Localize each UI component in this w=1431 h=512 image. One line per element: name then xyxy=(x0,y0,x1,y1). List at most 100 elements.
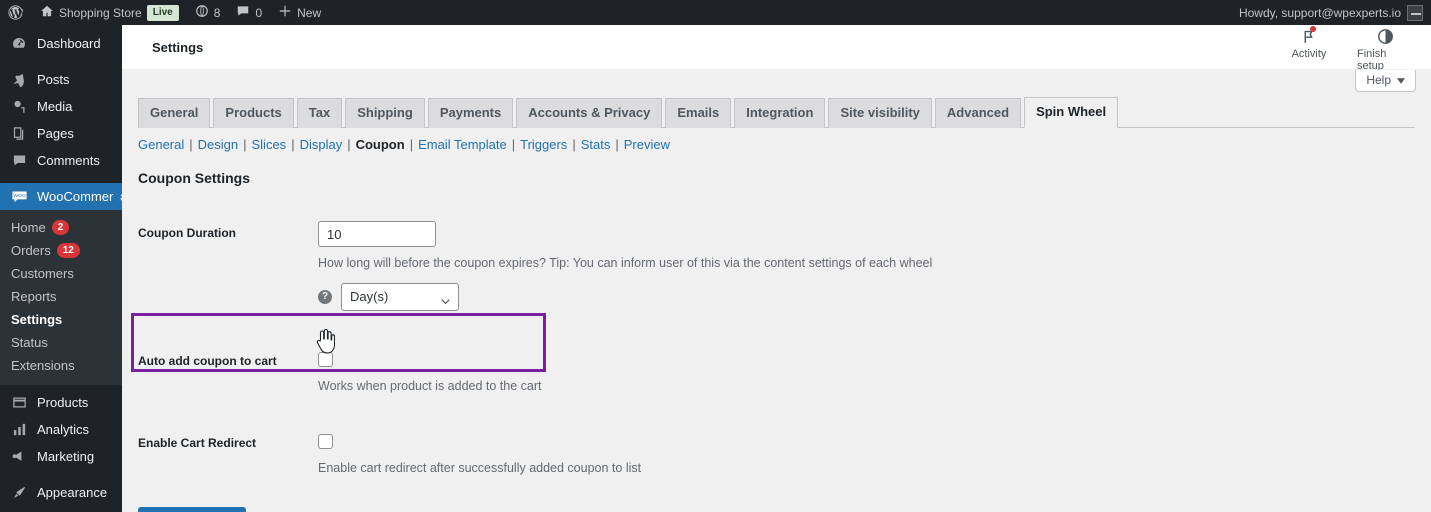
tab-spin-wheel[interactable]: Spin Wheel xyxy=(1024,97,1119,128)
products-icon xyxy=(9,393,29,413)
sidebar-item-label: Products xyxy=(37,395,89,410)
subnav-item-preview[interactable]: Preview xyxy=(624,137,670,152)
howdy-label[interactable]: Howdy, support@wpexperts.io xyxy=(1239,6,1407,20)
subnav-item-coupon[interactable]: Coupon xyxy=(356,137,405,152)
sidebar-item-label: Posts xyxy=(37,72,70,87)
dashboard-icon xyxy=(9,34,29,54)
subnav-item-general[interactable]: General xyxy=(138,137,184,152)
duration-unit-select-wrap: Day(s) xyxy=(341,283,459,311)
section-heading: Coupon Settings xyxy=(138,170,250,186)
tab-emails[interactable]: Emails xyxy=(665,98,732,128)
megaphone-icon xyxy=(9,447,29,467)
submenu-item-settings[interactable]: Settings xyxy=(0,308,122,331)
field-row-cart-redirect: Enable Cart Redirect Enable cart redirec… xyxy=(138,434,1431,475)
activity-notification-dot xyxy=(1309,26,1316,32)
field-row-coupon-duration: Coupon Duration How long will before the… xyxy=(138,221,1431,270)
live-badge: Live xyxy=(146,4,179,21)
submenu-item-home[interactable]: Home 2 xyxy=(0,216,122,239)
half-circle-icon xyxy=(1377,26,1394,46)
submenu-item-customers[interactable]: Customers xyxy=(0,262,122,285)
activity-button[interactable]: Activity xyxy=(1281,26,1337,60)
new-label: New xyxy=(297,5,322,20)
sidebar-item-comments[interactable]: Comments xyxy=(0,147,122,174)
svg-text:WOO: WOO xyxy=(13,193,26,199)
auto-add-coupon-description: Works when product is added to the cart xyxy=(318,379,542,393)
comment-icon xyxy=(9,151,29,171)
submenu-item-orders[interactable]: Orders 12 xyxy=(0,239,122,262)
spinwheel-subnav: General | Design | Slices | Display | Co… xyxy=(122,127,1431,152)
form-actions: Save changes xyxy=(138,507,1431,512)
main-content: Settings Activity Finish setup Help Gene… xyxy=(122,25,1431,512)
sidebar-item-analytics[interactable]: Analytics xyxy=(0,416,122,443)
subnav-item-email-template[interactable]: Email Template xyxy=(418,137,507,152)
tab-site-visibility[interactable]: Site visibility xyxy=(828,98,932,128)
sidebar-item-products[interactable]: Products xyxy=(0,389,122,416)
plus-icon xyxy=(278,4,292,21)
save-changes-button[interactable]: Save changes xyxy=(138,507,247,512)
submenu-item-reports[interactable]: Reports xyxy=(0,285,122,308)
tab-advanced[interactable]: Advanced xyxy=(934,98,1022,128)
subnav-item-triggers[interactable]: Triggers xyxy=(520,137,567,152)
tab-accounts-privacy[interactable]: Accounts & Privacy xyxy=(516,98,663,128)
wordpress-logo-button[interactable] xyxy=(0,0,32,25)
subnav-item-display[interactable]: Display xyxy=(300,137,343,152)
comments-button[interactable]: 0 xyxy=(228,0,270,25)
finish-setup-button[interactable]: Finish setup xyxy=(1357,26,1413,72)
sidebar-item-woocommerce[interactable]: WOO WooCommerce xyxy=(0,183,127,210)
highlight-rectangle xyxy=(131,313,546,372)
subnav-item-slices[interactable]: Slices xyxy=(252,137,287,152)
subnav-separator: | xyxy=(572,137,576,152)
sidebar-item-appearance[interactable]: Appearance xyxy=(0,479,122,506)
site-name-button[interactable]: Shopping Store Live xyxy=(32,0,187,25)
avatar-icon[interactable] xyxy=(1407,4,1423,21)
sidebar-item-label: Analytics xyxy=(37,422,90,437)
comments-count: 0 xyxy=(255,5,263,20)
tab-general[interactable]: General xyxy=(138,98,211,128)
question-mark-icon[interactable]: ? xyxy=(318,290,332,304)
subnav-item-design[interactable]: Design xyxy=(198,137,238,152)
sidebar-divider xyxy=(0,174,122,183)
flag-icon xyxy=(1301,26,1318,46)
sidebar-item-media[interactable]: Media xyxy=(0,93,122,120)
page-title: Settings xyxy=(152,39,204,55)
subnav-separator: | xyxy=(291,137,295,152)
wordpress-icon xyxy=(7,4,24,21)
cart-redirect-checkbox[interactable] xyxy=(318,434,333,449)
submenu-item-extensions[interactable]: Extensions xyxy=(0,354,122,377)
tab-products[interactable]: Products xyxy=(213,98,294,128)
home-icon xyxy=(40,4,54,21)
tab-tax[interactable]: Tax xyxy=(296,98,343,128)
subnav-item-stats[interactable]: Stats xyxy=(581,137,611,152)
coupon-duration-label: Coupon Duration xyxy=(138,226,236,240)
submenu-badge: 2 xyxy=(51,220,70,235)
subnav-separator: | xyxy=(347,137,351,152)
tab-shipping[interactable]: Shipping xyxy=(345,98,425,128)
pin-icon xyxy=(9,70,29,90)
subnav-separator: | xyxy=(409,137,414,152)
duration-unit-select[interactable]: Day(s) xyxy=(341,283,459,311)
admin-sidebar: Dashboard Posts Media Pages Comments WOO… xyxy=(0,25,127,512)
updates-button[interactable]: 8 xyxy=(187,0,229,25)
new-content-button[interactable]: New xyxy=(270,0,329,25)
tab-integration[interactable]: Integration xyxy=(734,98,826,128)
sidebar-item-pages[interactable]: Pages xyxy=(0,120,122,147)
sidebar-item-label: Comments xyxy=(37,153,100,168)
sidebar-item-plugins[interactable]: Plugins xyxy=(0,506,122,512)
tab-payments[interactable]: Payments xyxy=(427,98,514,128)
sidebar-item-marketing[interactable]: Marketing xyxy=(0,443,122,470)
submenu-item-label: Reports xyxy=(11,289,57,304)
sidebar-item-posts[interactable]: Posts xyxy=(0,66,122,93)
comment-icon xyxy=(236,4,250,21)
sidebar-item-dashboard[interactable]: Dashboard xyxy=(0,30,122,57)
finish-setup-label: Finish setup xyxy=(1357,48,1387,72)
updates-count: 8 xyxy=(213,5,221,20)
pages-icon xyxy=(9,124,29,144)
submenu-item-status[interactable]: Status xyxy=(0,331,122,354)
cart-redirect-description: Enable cart redirect after successfully … xyxy=(318,461,642,475)
analytics-icon xyxy=(9,420,29,440)
sidebar-item-label: Pages xyxy=(37,126,74,141)
sidebar-divider xyxy=(0,57,122,66)
admin-bar: Shopping Store Live 8 0 New Howdy, suppo… xyxy=(0,0,1431,25)
coupon-duration-input[interactable] xyxy=(318,221,436,247)
appearance-icon xyxy=(9,483,29,503)
